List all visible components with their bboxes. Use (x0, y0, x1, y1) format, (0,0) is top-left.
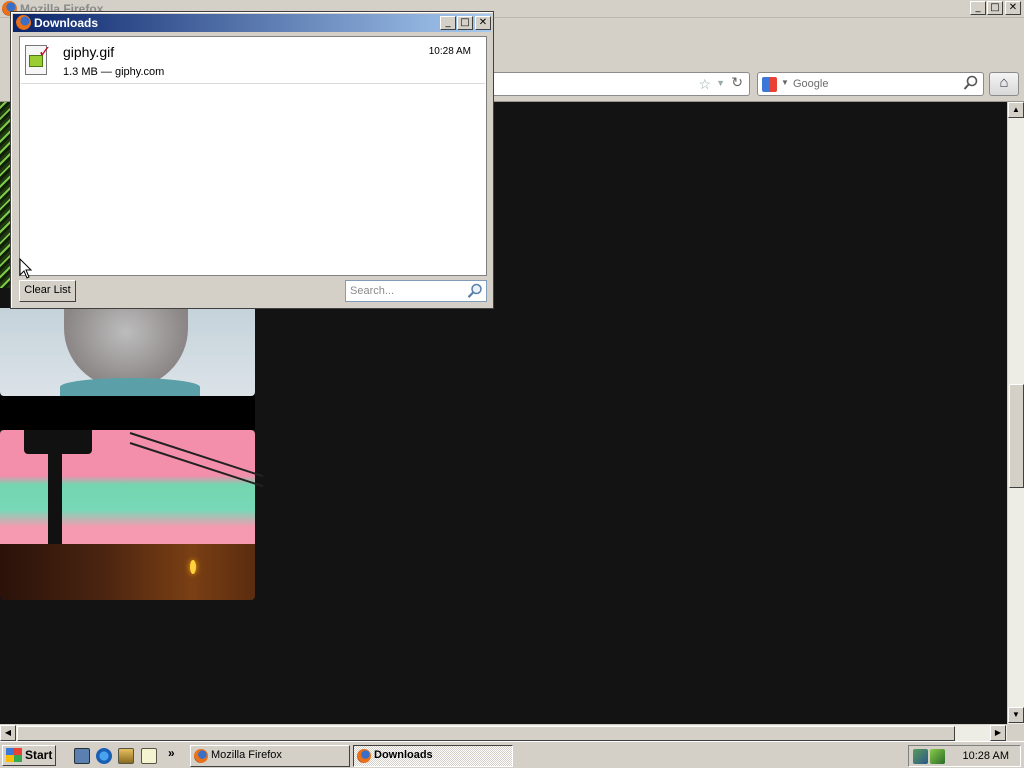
internet-explorer-icon[interactable] (96, 748, 112, 764)
network-icon[interactable] (913, 749, 928, 764)
horizontal-scrollbar[interactable]: ◀ ▶ (0, 724, 1007, 741)
magnifier-icon[interactable] (963, 75, 979, 91)
gif-image-hamster[interactable] (0, 308, 255, 396)
wire-shape (129, 442, 264, 488)
scroll-down-button[interactable]: ▼ (1008, 707, 1024, 723)
windows-logo-icon (6, 748, 22, 762)
downloads-window-title: Downloads (34, 16, 99, 30)
web-search-bar[interactable]: ▼ Google (757, 72, 984, 96)
reload-icon[interactable]: ↻ (731, 75, 743, 91)
horizontal-scroll-thumb[interactable] (17, 726, 955, 741)
home-icon: ⌂ (999, 74, 1009, 91)
firefox-close-button[interactable]: ✕ (1005, 1, 1021, 15)
bookmark-star-icon[interactable]: ☆ (698, 76, 711, 93)
taskbar-item-label: Downloads (374, 749, 433, 761)
scroll-right-button[interactable]: ▶ (990, 725, 1006, 741)
downloads-window: Downloads _ □ ✕ ✓ giphy.gif 1.3 MB — gip… (10, 11, 494, 309)
scroll-up-button[interactable]: ▲ (1008, 102, 1024, 118)
flame-shape (190, 560, 196, 574)
search-files-icon[interactable] (141, 748, 157, 764)
url-dropdown-icon[interactable]: ▼ (716, 78, 725, 88)
magnifier-icon[interactable] (467, 283, 483, 299)
gif-image-dark-strip[interactable] (0, 396, 255, 430)
downloads-minimize-button[interactable]: _ (440, 16, 456, 30)
download-time: 10:28 AM (428, 46, 471, 57)
outlook-express-icon[interactable] (118, 748, 134, 764)
checkmark-icon: ✓ (38, 42, 52, 61)
home-button[interactable]: ⌂ (989, 72, 1019, 96)
quick-launch-more-icon[interactable]: » (168, 746, 175, 760)
firefox-icon (194, 749, 208, 763)
show-desktop-icon[interactable] (74, 748, 90, 764)
start-label: Start (25, 748, 53, 762)
downloads-close-button[interactable]: ✕ (475, 16, 491, 30)
taskbar-item-label: Mozilla Firefox (211, 749, 282, 761)
mouse-cursor-icon (19, 258, 33, 279)
firefox-minimize-button[interactable]: _ (970, 1, 986, 15)
clear-list-button[interactable]: Clear List (19, 280, 76, 302)
firefox-maximize-button[interactable]: □ (987, 1, 1003, 15)
vertical-scrollbar[interactable]: ▲ ▼ (1007, 102, 1024, 724)
firefox-icon (16, 15, 31, 30)
taskbar: Start » Mozilla Firefox Downloads 10:28 … (0, 741, 1024, 768)
gif-file-icon: ✓ (25, 42, 51, 75)
scroll-left-button[interactable]: ◀ (0, 725, 16, 741)
google-icon[interactable] (762, 77, 777, 92)
download-details: 1.3 MB — giphy.com (63, 66, 165, 78)
start-button[interactable]: Start (2, 745, 56, 766)
downloads-list[interactable]: ✓ giphy.gif 1.3 MB — giphy.com 10:28 AM (19, 36, 487, 276)
table-shape (60, 378, 200, 396)
scroll-corner (1007, 724, 1024, 741)
taskbar-item-downloads[interactable]: Downloads (353, 745, 513, 767)
taskbar-item-mozilla-firefox[interactable]: Mozilla Firefox (190, 745, 350, 767)
search-engine-placeholder[interactable]: Google (793, 78, 828, 90)
vertical-scroll-thumb[interactable] (1009, 384, 1024, 488)
downloads-search-input[interactable] (346, 281, 464, 301)
hamster-shape (64, 308, 188, 388)
downloads-titlebar[interactable]: Downloads _ □ ✕ (13, 14, 491, 32)
system-tray: 10:28 AM (908, 745, 1021, 767)
gif-image-utility-pole[interactable] (0, 430, 264, 544)
search-engine-dropdown-icon[interactable]: ▼ (781, 78, 789, 87)
security-icon[interactable] (930, 749, 945, 764)
pole-shape (48, 430, 62, 544)
download-item[interactable]: ✓ giphy.gif 1.3 MB — giphy.com 10:28 AM (21, 38, 485, 84)
download-filename: giphy.gif (63, 44, 115, 60)
firefox-icon (357, 749, 371, 763)
clock[interactable]: 10:28 AM (963, 750, 1009, 762)
downloads-maximize-button[interactable]: □ (457, 16, 473, 30)
gif-image-fire[interactable] (0, 544, 255, 600)
downloads-search-box[interactable] (345, 280, 487, 302)
wire-shape (129, 432, 264, 478)
